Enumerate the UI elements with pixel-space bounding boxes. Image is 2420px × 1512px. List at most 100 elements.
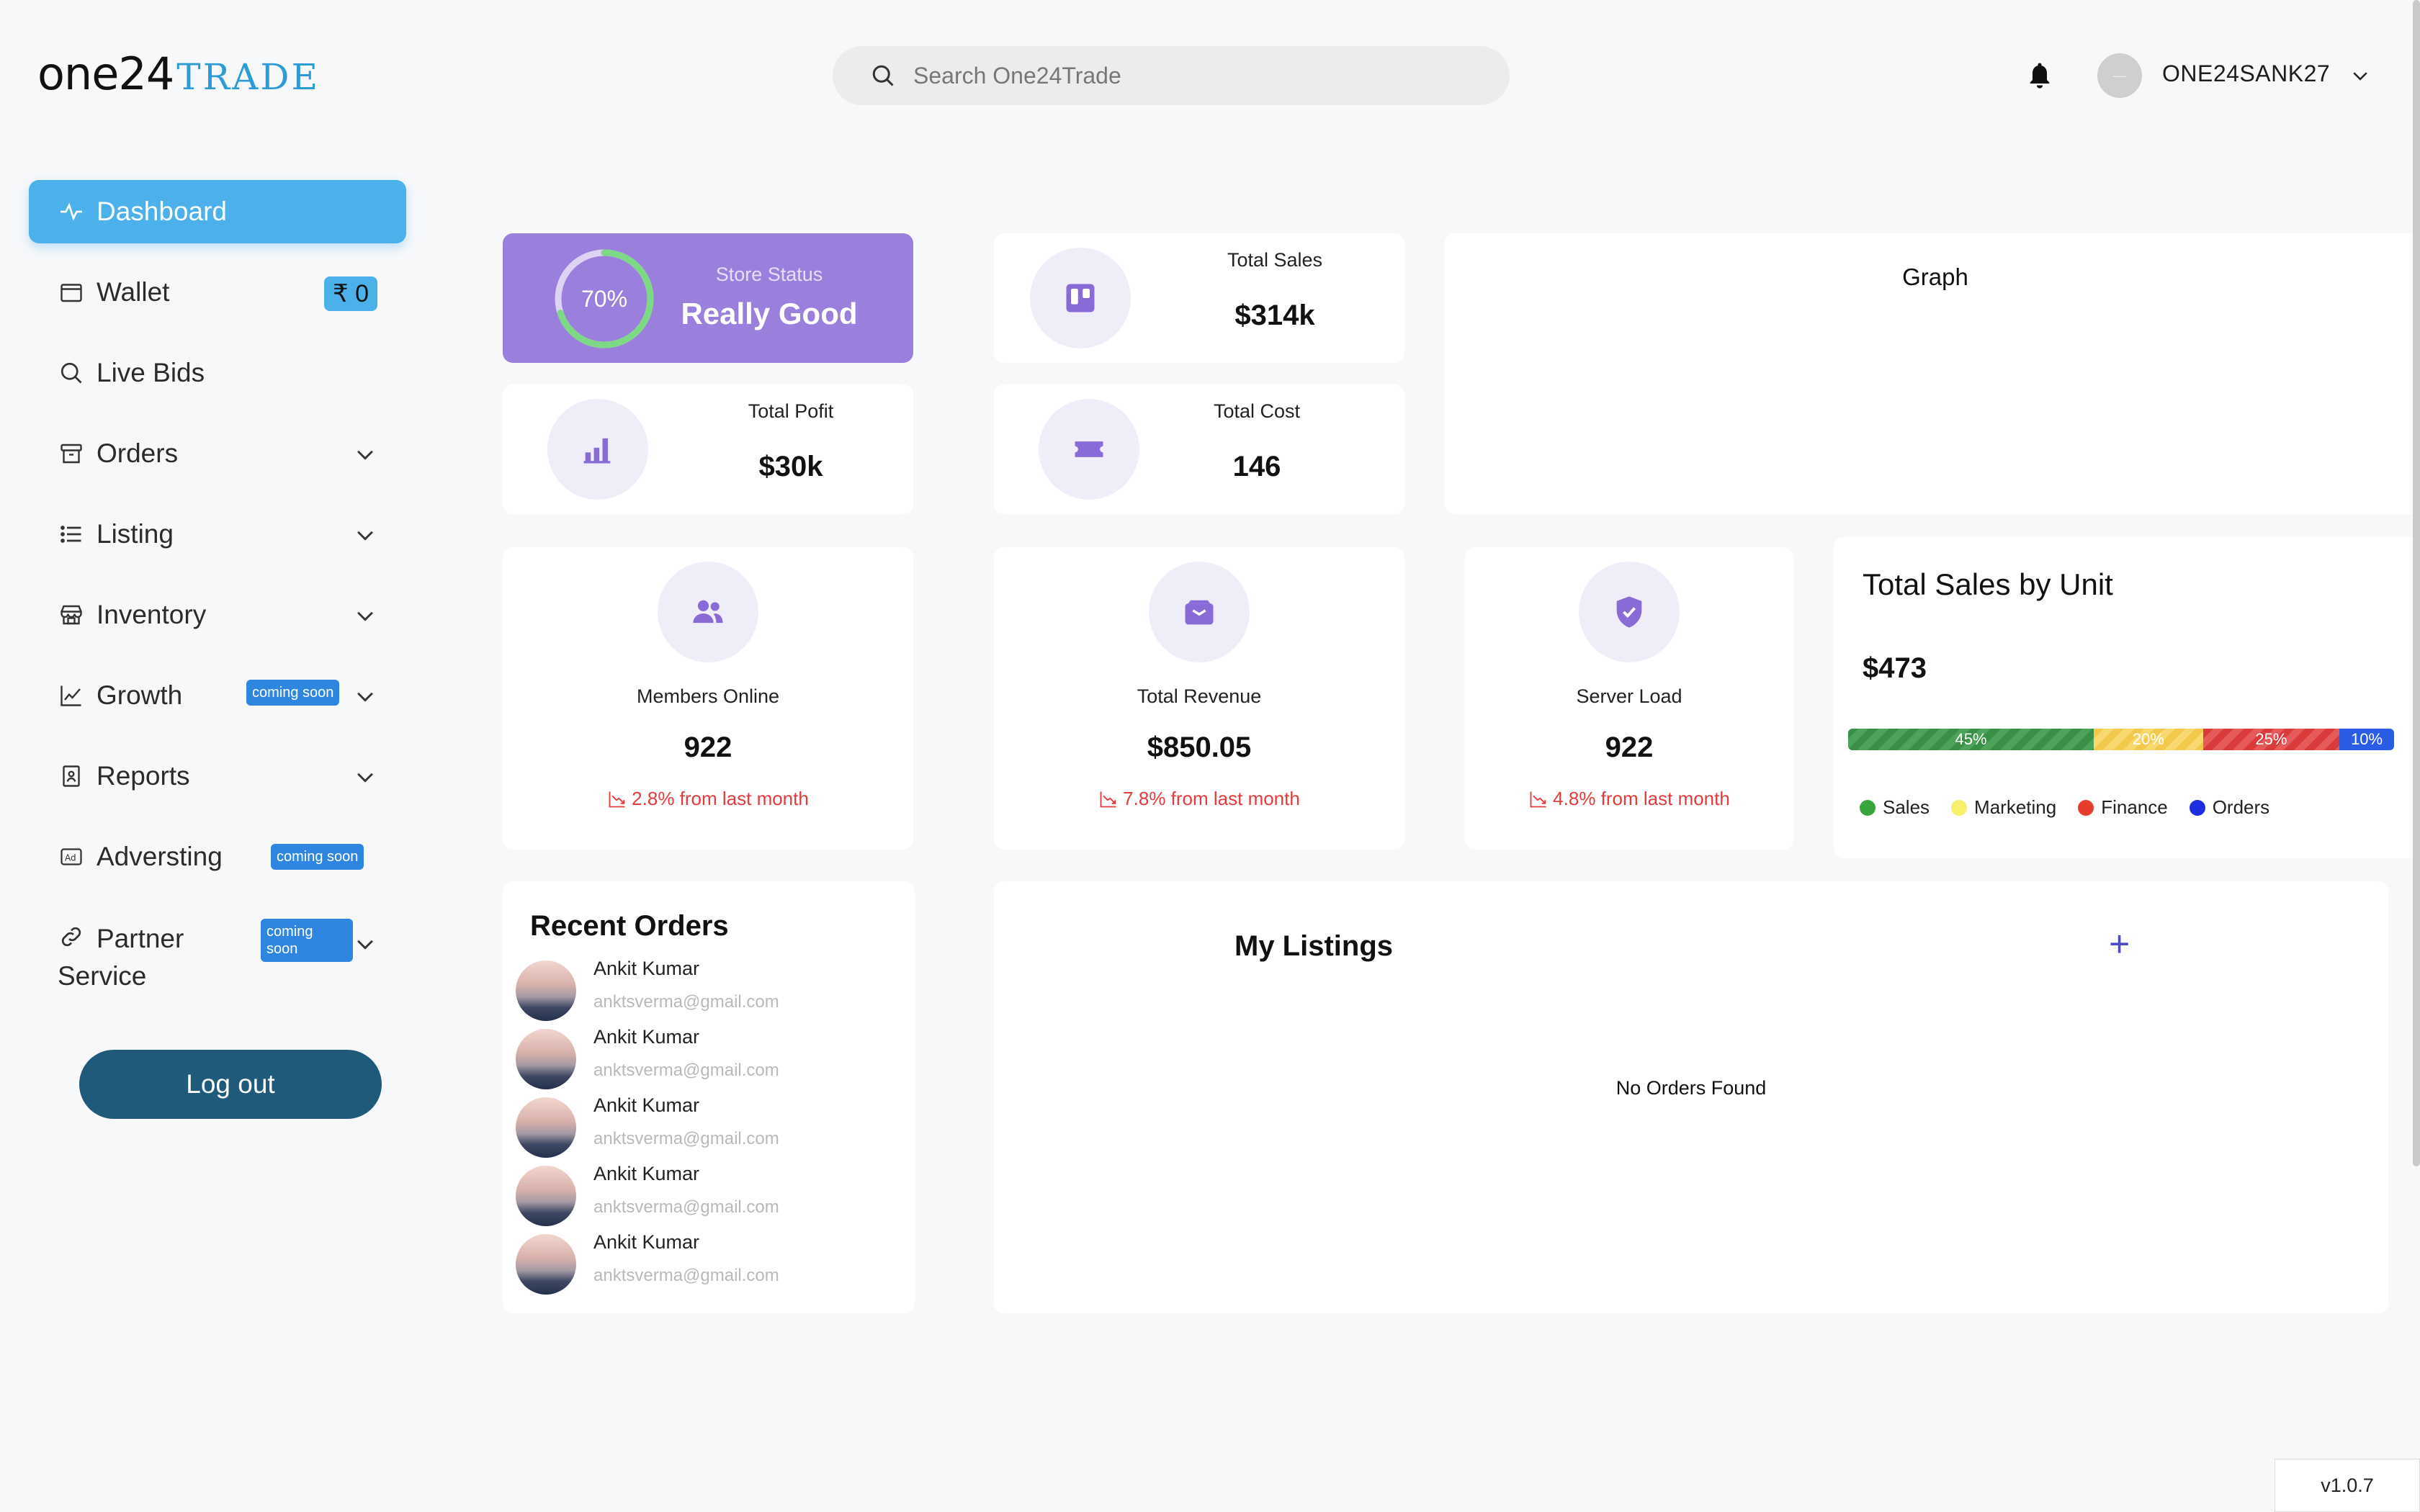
sales-by-unit-legend: Sales Marketing Finance Orders xyxy=(1860,796,2269,819)
graph-title: Graph xyxy=(1902,264,1968,290)
chevron-down-icon[interactable] xyxy=(353,765,377,789)
ad-icon: Ad xyxy=(58,843,85,870)
sidebar-item-label: Wallet xyxy=(97,277,170,307)
sidebar-item-growth[interactable]: Growth coming soon xyxy=(29,664,406,727)
list-item[interactable]: Ankit Kumar anktsverma@gmail.com xyxy=(516,1025,905,1093)
members-online-value: 922 xyxy=(684,732,732,763)
search-icon xyxy=(872,65,894,86)
graph-card: Graph xyxy=(1445,233,2420,514)
avatar xyxy=(516,1097,576,1158)
svg-text:Ad: Ad xyxy=(65,852,76,863)
segment-orders: 10% xyxy=(2339,729,2394,750)
sidebar-item-partner-service[interactable]: Partner Service coming soon xyxy=(29,906,406,991)
user-name[interactable]: ONE24SANK27 xyxy=(2162,60,2330,87)
list-item[interactable]: Ankit Kumar anktsverma@gmail.com xyxy=(516,1093,905,1161)
legend-item-orders: Orders xyxy=(2189,796,2269,819)
chevron-down-icon[interactable] xyxy=(353,603,377,628)
order-customer-name: Ankit Kumar xyxy=(593,958,700,979)
order-customer-email: anktsverma@gmail.com xyxy=(593,1197,779,1217)
store-status-percent: 70% xyxy=(581,285,628,312)
chart-line-icon xyxy=(58,682,85,709)
sales-by-unit-value: $473 xyxy=(1863,652,1927,684)
recent-orders-title: Recent Orders xyxy=(530,910,729,942)
order-customer-email: anktsverma@gmail.com xyxy=(593,992,779,1012)
logout-button[interactable]: Log out xyxy=(79,1050,382,1119)
sidebar-item-label: Orders xyxy=(97,438,179,468)
chevron-down-icon[interactable] xyxy=(353,442,377,467)
total-sales-label: Total Sales xyxy=(1227,249,1323,271)
bar-chart-icon xyxy=(547,399,648,500)
avatar xyxy=(516,1234,576,1295)
total-sales-value: $314k xyxy=(1234,300,1315,331)
segment-sales: 45% xyxy=(1848,729,2094,750)
chevron-down-icon[interactable] xyxy=(2349,65,2371,86)
avatar xyxy=(516,1166,576,1226)
shield-check-icon xyxy=(1579,562,1680,662)
report-icon xyxy=(58,762,85,790)
order-customer-name: Ankit Kumar xyxy=(593,1094,700,1116)
legend-item-sales: Sales xyxy=(1860,796,1930,819)
total-profit-label: Total Pofit xyxy=(748,400,834,422)
order-customer-email: anktsverma@gmail.com xyxy=(593,1061,779,1080)
sidebar-item-adversting[interactable]: Ad Adversting coming soon xyxy=(29,825,406,888)
avatar xyxy=(516,1029,576,1089)
total-revenue-card: Total Revenue $850.05 7.8% from last mon… xyxy=(994,547,1404,850)
empty-state-text: No Orders Found xyxy=(1615,1077,1767,1099)
trend-down-icon xyxy=(1530,791,1546,807)
list-icon xyxy=(58,521,85,548)
sidebar-item-live-bids[interactable]: Live Bids xyxy=(29,341,406,405)
total-cost-label: Total Cost xyxy=(1213,400,1301,422)
server-load-label: Server Load xyxy=(1576,685,1682,707)
chevron-down-icon[interactable] xyxy=(353,684,377,708)
sidebar-item-label: Partner xyxy=(97,924,184,953)
users-icon xyxy=(658,562,758,662)
segment-marketing: 20% xyxy=(2094,729,2203,750)
order-customer-name: Ankit Kumar xyxy=(593,1026,700,1048)
coming-soon-badge: coming soon xyxy=(261,919,353,962)
sidebar-item-label: Adversting xyxy=(97,842,223,871)
sidebar-item-label: Listing xyxy=(97,519,174,549)
bell-icon[interactable] xyxy=(2025,60,2054,92)
search-input[interactable] xyxy=(913,62,1475,89)
members-online-label: Members Online xyxy=(636,685,780,707)
sidebar-item-label-line2: Service xyxy=(58,961,147,991)
total-cost-card: Total Cost 146 xyxy=(994,384,1404,514)
page-scrollbar[interactable] xyxy=(2413,0,2420,1166)
list-item[interactable]: Ankit Kumar anktsverma@gmail.com xyxy=(516,956,905,1025)
link-icon xyxy=(58,923,85,950)
add-listing-button[interactable]: + xyxy=(2109,923,2130,965)
server-load-value: 922 xyxy=(1605,732,1654,763)
members-online-trend: 2.8% from last month xyxy=(503,788,913,810)
list-item[interactable]: Ankit Kumar anktsverma@gmail.com xyxy=(516,1161,905,1230)
list-item[interactable]: Ankit Kumar anktsverma@gmail.com xyxy=(516,1230,905,1298)
sidebar-item-inventory[interactable]: Inventory xyxy=(29,583,406,647)
legend-item-finance: Finance xyxy=(2078,796,2168,819)
sidebar-item-label: Live Bids xyxy=(97,358,205,387)
coming-soon-badge: coming soon xyxy=(271,844,364,870)
sidebar-item-orders[interactable]: Orders xyxy=(29,422,406,485)
sidebar-item-label: Reports xyxy=(97,761,190,791)
wallet-icon xyxy=(1149,562,1250,662)
sidebar-item-reports[interactable]: Reports xyxy=(29,744,406,808)
server-load-trend: 4.8% from last month xyxy=(1465,788,1793,810)
total-sales-card: Total Sales $314k xyxy=(994,233,1404,363)
search-icon xyxy=(58,359,85,387)
user-avatar[interactable]: — xyxy=(2097,53,2142,98)
sidebar-item-listing[interactable]: Listing xyxy=(29,503,406,566)
chevron-down-icon[interactable] xyxy=(353,523,377,547)
sidebar-item-label: Dashboard xyxy=(97,197,228,226)
store-icon xyxy=(58,601,85,629)
sales-by-unit-title: Total Sales by Unit xyxy=(1863,567,2113,601)
order-customer-email: anktsverma@gmail.com xyxy=(593,1129,779,1148)
trend-down-icon xyxy=(1100,791,1116,807)
activity-icon xyxy=(58,198,85,225)
store-status-value: Really Good xyxy=(681,297,858,330)
wallet-icon xyxy=(58,279,85,306)
search-bar[interactable] xyxy=(833,46,1510,105)
members-online-card: Members Online 922 2.8% from last month xyxy=(503,547,913,850)
sidebar-item-wallet[interactable]: Wallet ₹ 0 xyxy=(29,261,406,324)
avatar xyxy=(516,960,576,1021)
brand-logo[interactable]: one24TRADE xyxy=(37,48,320,100)
chevron-down-icon[interactable] xyxy=(353,932,377,956)
sidebar-item-dashboard[interactable]: Dashboard xyxy=(29,180,406,243)
